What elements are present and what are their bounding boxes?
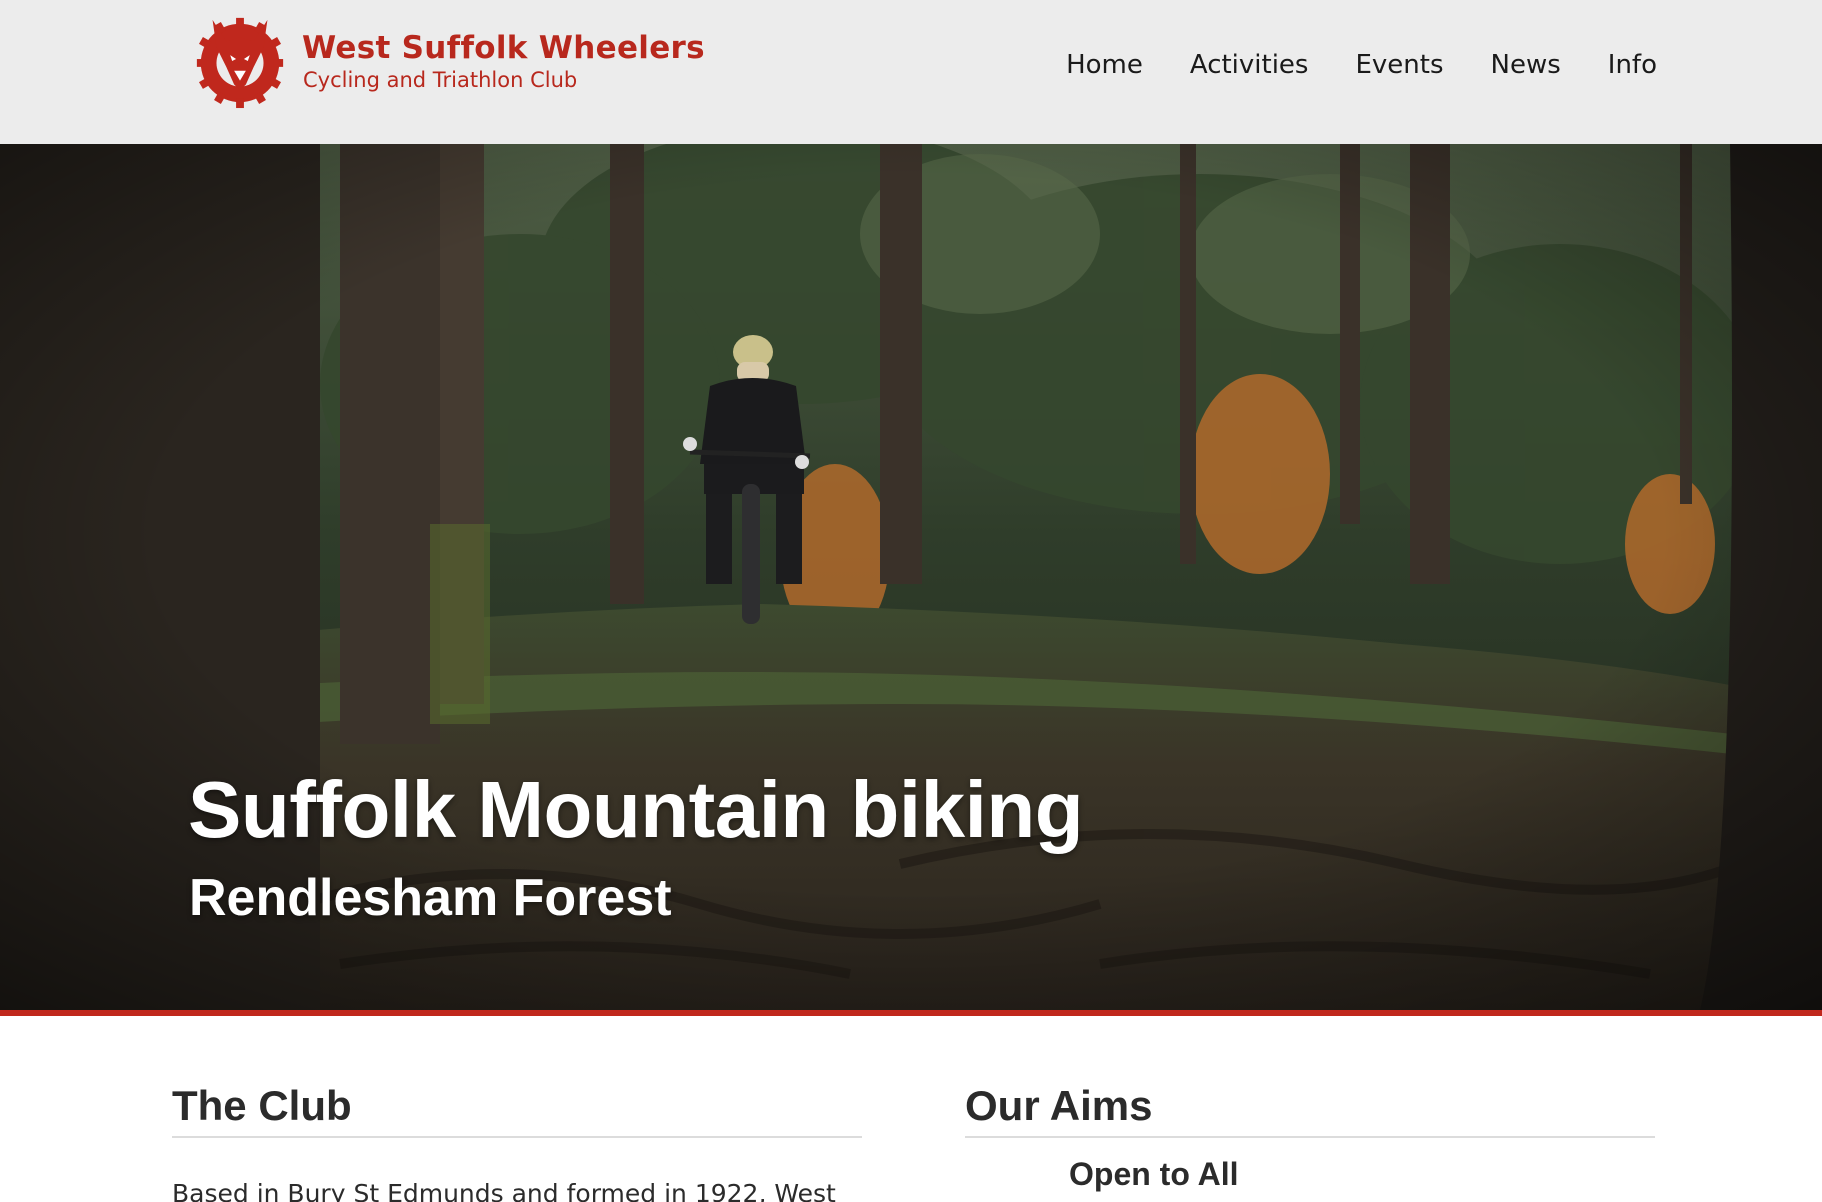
nav-home[interactable]: Home [1066,50,1143,80]
aims-heading: Our Aims [965,1082,1655,1138]
aim-open-to-all: Open to All [1069,1156,1239,1192]
hero-title: Suffolk Mountain biking [188,765,1084,854]
site-header: West Suffolk Wheelers Cycling and Triath… [0,0,1822,144]
main-nav: Home Activities Events News Info [1066,50,1657,80]
club-heading: The Club [172,1082,862,1138]
aims-section: Our Aims Open to All [965,1082,1655,1193]
fox-logo-icon[interactable] [190,12,290,110]
club-section: The Club Based in Bury St Edmunds and fo… [172,1082,862,1202]
hero-carousel[interactable]: Suffolk Mountain biking Rendlesham Fores… [0,144,1822,1010]
nav-events[interactable]: Events [1355,50,1443,80]
brand-subtitle: Cycling and Triathlon Club [303,68,578,92]
nav-activities[interactable]: Activities [1190,50,1309,80]
nav-info[interactable]: Info [1608,50,1657,80]
hero-subtitle: Rendlesham Forest [189,869,672,927]
hero-accent-bar [0,1010,1822,1016]
brand-title[interactable]: West Suffolk Wheelers [302,30,705,66]
club-text: Based in Bury St Edmunds and formed in 1… [172,1179,836,1202]
nav-news[interactable]: News [1491,50,1561,80]
